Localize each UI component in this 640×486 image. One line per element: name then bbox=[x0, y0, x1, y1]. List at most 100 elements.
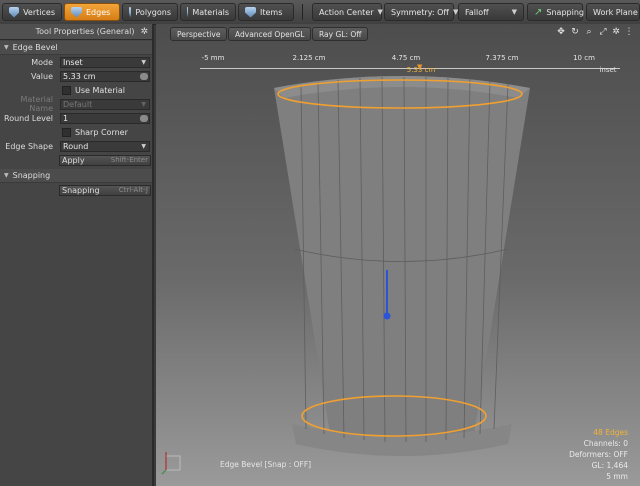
edge-bevel-section-title: Edge Bevel bbox=[12, 43, 58, 52]
mode-label: Mode bbox=[31, 57, 53, 67]
round-level-input[interactable]: 1 bbox=[60, 112, 150, 124]
vertices-mode-button[interactable]: Vertices bbox=[2, 3, 62, 21]
round-level-slider-icon[interactable] bbox=[140, 114, 148, 122]
tool-status-snap: [Snap : OFF] bbox=[264, 460, 312, 469]
round-level-label: Round Level bbox=[4, 113, 53, 123]
maximize-icon[interactable]: ⤢ bbox=[598, 27, 608, 37]
grid-unit: 5 mm bbox=[606, 472, 628, 481]
materials-label: Materials bbox=[192, 7, 229, 17]
polygons-icon bbox=[129, 6, 132, 18]
panel-title: Tool Properties (General) bbox=[35, 27, 135, 36]
symmetry-label: Symmetry: Off bbox=[391, 7, 449, 17]
rotate-view-icon[interactable]: ↻ bbox=[570, 27, 580, 37]
material-name-value: Default bbox=[63, 99, 93, 109]
mode-dropdown[interactable]: Inset ▼ bbox=[60, 56, 150, 68]
panel-header: Tool Properties (General) ✲ bbox=[0, 24, 152, 40]
work-plane-dropdown[interactable]: Work Plane bbox=[586, 3, 640, 21]
falloff-label: Falloff bbox=[465, 7, 489, 17]
round-level-value: 1 bbox=[63, 113, 69, 123]
chevron-down-icon: ▼ bbox=[141, 142, 146, 150]
perspective-button[interactable]: Perspective bbox=[170, 27, 228, 41]
sharp-corner-checkbox[interactable] bbox=[62, 127, 71, 137]
items-mode-button[interactable]: Items bbox=[238, 3, 294, 21]
round-level-row: Round Level 1 bbox=[0, 111, 152, 125]
items-label: Items bbox=[260, 7, 283, 17]
items-icon bbox=[245, 6, 256, 18]
shading-button[interactable]: Advanced OpenGL bbox=[228, 27, 312, 41]
cup-body bbox=[274, 76, 530, 443]
edge-count: 48 Edges bbox=[593, 428, 628, 437]
value-value: 5.33 cm bbox=[63, 71, 96, 81]
materials-mode-button[interactable]: Materials bbox=[180, 3, 236, 21]
ruler-tick: -5 mm bbox=[201, 54, 225, 62]
use-material-checkbox[interactable] bbox=[62, 85, 71, 95]
edges-mode-button[interactable]: Edges bbox=[64, 3, 120, 21]
apply-row: Apply Shift-Enter bbox=[0, 153, 152, 167]
snapping-row: Snapping Ctrl-Alt-J bbox=[0, 183, 152, 197]
ruler-tick: 7.375 cm bbox=[485, 54, 519, 62]
value-input[interactable]: 5.33 cm bbox=[60, 70, 150, 82]
snapping-section-header[interactable]: ▼ Snapping bbox=[0, 169, 152, 183]
tool-status: Edge Bevel [Snap : OFF] bbox=[220, 460, 311, 469]
chevron-down-icon: ▼ bbox=[511, 8, 517, 16]
sharp-corner-row: Sharp Corner bbox=[0, 125, 152, 139]
snapping-toggle[interactable]: ↗ Snapping bbox=[527, 3, 584, 21]
chevron-down-icon: ▼ bbox=[377, 8, 383, 16]
snapping-label: Snapping bbox=[546, 7, 584, 17]
edge-bevel-section-header[interactable]: ▼ Edge Bevel bbox=[0, 41, 152, 55]
snapping-magnet-icon: ↗ bbox=[534, 6, 543, 18]
3d-viewport[interactable]: Perspective Advanced OpenGL Ray GL: Off … bbox=[156, 24, 640, 486]
action-center-label: Action Center bbox=[319, 7, 374, 17]
move-view-icon[interactable]: ✥ bbox=[556, 27, 566, 37]
apply-button[interactable]: Apply Shift-Enter bbox=[59, 154, 151, 166]
cup-model[interactable] bbox=[156, 24, 640, 486]
zoom-icon[interactable]: ⌕ bbox=[584, 27, 594, 37]
gear-icon[interactable]: ✲ bbox=[140, 27, 148, 37]
value-slider-icon[interactable] bbox=[140, 72, 148, 80]
symmetry-dropdown[interactable]: Symmetry: Off ▼ bbox=[384, 3, 458, 21]
mode-row: Mode Inset ▼ bbox=[0, 55, 152, 69]
apply-shortcut: Shift-Enter bbox=[110, 156, 148, 164]
material-name-row: Material Name Default ▼ bbox=[0, 95, 152, 113]
gear-icon[interactable]: ✲ bbox=[611, 27, 621, 37]
main-toolbar: Vertices Edges Polygons Materials Items … bbox=[0, 0, 640, 25]
work-plane-label: Work Plane bbox=[593, 7, 638, 17]
sharp-corner-label: Sharp Corner bbox=[75, 127, 128, 137]
ruler-tick: 2.125 cm bbox=[292, 54, 326, 62]
snapping-shortcut: Ctrl-Alt-J bbox=[118, 186, 148, 194]
ruler-marker-icon[interactable]: ▼ bbox=[417, 63, 422, 71]
channels-count: Channels: 0 bbox=[583, 439, 628, 448]
tool-status-name: Edge Bevel bbox=[220, 460, 263, 469]
apply-label: Apply bbox=[62, 155, 85, 165]
action-center-dropdown[interactable]: Action Center ▼ bbox=[312, 3, 383, 21]
gl-count: GL: 1,464 bbox=[591, 461, 628, 470]
ruler-tick: 10 cm bbox=[573, 54, 595, 62]
snapping-button[interactable]: Snapping Ctrl-Alt-J bbox=[59, 184, 151, 196]
materials-icon bbox=[187, 6, 189, 18]
ruler-tick: 4.75 cm bbox=[391, 54, 421, 62]
vertices-icon bbox=[9, 6, 20, 18]
falloff-dropdown[interactable]: Falloff ▼ bbox=[458, 3, 524, 21]
polygons-mode-button[interactable]: Polygons bbox=[122, 3, 178, 21]
shading-label: Advanced OpenGL bbox=[235, 29, 305, 39]
mode-value: Inset bbox=[63, 57, 83, 67]
axis-gizmo-icon bbox=[161, 452, 181, 475]
inset-ruler[interactable]: -5 mm 2.125 cm 4.75 cm 7.375 cm 10 cm in… bbox=[200, 54, 620, 74]
snapping-section-title: Snapping bbox=[12, 171, 51, 180]
edge-shape-value: Round bbox=[63, 141, 89, 151]
edges-label: Edges bbox=[86, 7, 111, 17]
more-icon[interactable]: ⋮ bbox=[624, 27, 634, 37]
edge-shape-label: Edge Shape bbox=[5, 141, 53, 151]
bevel-handle-point[interactable] bbox=[383, 312, 391, 320]
perspective-label: Perspective bbox=[177, 29, 221, 39]
viewport-header: Perspective Advanced OpenGL Ray GL: Off … bbox=[156, 24, 640, 42]
chevron-down-icon: ▼ bbox=[141, 58, 146, 66]
chevron-down-icon: ▼ bbox=[141, 100, 146, 108]
raygl-button[interactable]: Ray GL: Off bbox=[312, 27, 369, 41]
snapping-button-label: Snapping bbox=[62, 185, 100, 195]
collapse-triangle-icon: ▼ bbox=[4, 172, 9, 179]
edge-shape-dropdown[interactable]: Round ▼ bbox=[60, 140, 150, 152]
material-name-dropdown[interactable]: Default ▼ bbox=[60, 98, 150, 110]
value-row: Value 5.33 cm bbox=[0, 69, 152, 83]
tool-properties-panel: Tool Properties (General) ✲ ▼ Edge Bevel… bbox=[0, 24, 154, 486]
